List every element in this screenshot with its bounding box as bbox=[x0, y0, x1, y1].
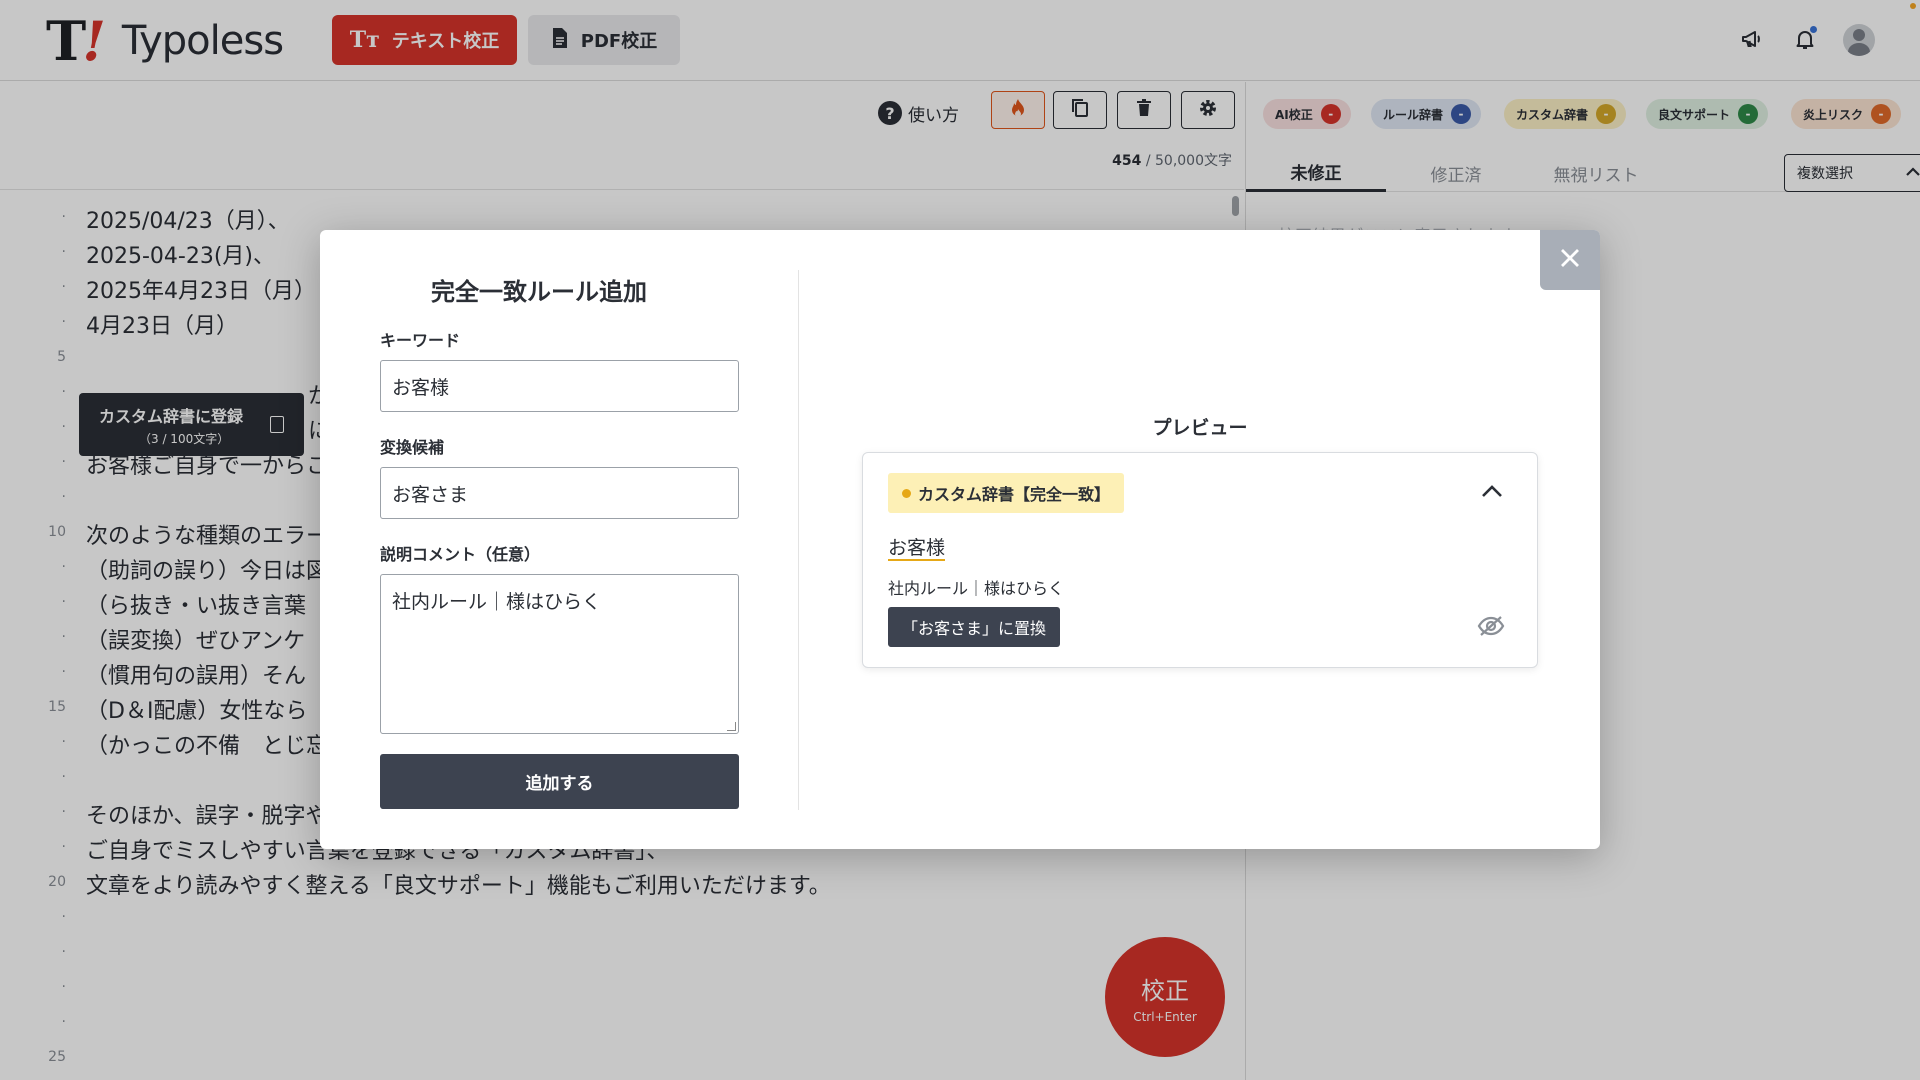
preview-card: カスタム辞書【完全一致】 お客様 社内ルール｜様はひらく 「お客さま」に置換 bbox=[862, 452, 1538, 668]
keyword-label: キーワード bbox=[380, 331, 461, 350]
comment-textarea[interactable]: 社内ルール｜様はひらく bbox=[380, 574, 739, 734]
eye-off-icon[interactable] bbox=[1477, 615, 1505, 641]
preview-comment: 社内ルール｜様はひらく bbox=[888, 579, 1065, 598]
preview-title: プレビュー bbox=[1152, 417, 1248, 439]
modal-divider bbox=[798, 270, 799, 810]
modal-close-button[interactable] bbox=[1540, 230, 1600, 290]
keyword-input[interactable]: お客様 bbox=[380, 360, 739, 412]
category-dot bbox=[902, 488, 911, 498]
preview-badge-label: カスタム辞書【完全一致】 bbox=[918, 485, 1111, 504]
preview-keyword: お客様 bbox=[888, 537, 946, 561]
chevron-up-icon[interactable] bbox=[1481, 483, 1503, 502]
modal-title: 完全一致ルール追加 bbox=[431, 278, 647, 306]
add-rule-button[interactable]: 追加する bbox=[380, 754, 739, 809]
exact-match-rule-modal: 完全一致ルール追加 キーワード お客様 変換候補 お客さま 説明コメント（任意）… bbox=[320, 230, 1600, 849]
close-icon bbox=[1559, 247, 1581, 273]
candidate-label: 変換候補 bbox=[380, 438, 445, 457]
candidate-input[interactable]: お客さま bbox=[380, 467, 739, 519]
preview-replace-button[interactable]: 「お客さま」に置換 bbox=[888, 607, 1061, 647]
preview-badge: カスタム辞書【完全一致】 bbox=[888, 473, 1125, 513]
comment-label: 説明コメント（任意） bbox=[380, 545, 541, 564]
